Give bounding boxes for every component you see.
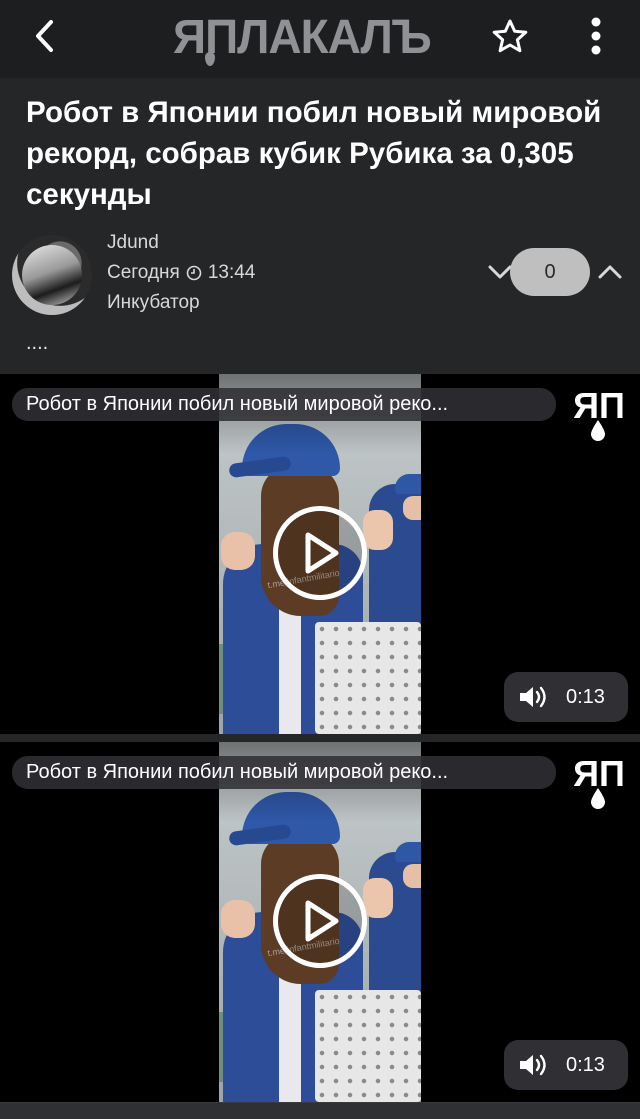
volume-icon	[520, 1054, 546, 1076]
star-outline-icon	[492, 19, 528, 53]
avatar-image	[22, 245, 82, 305]
video-title: Робот в Японии побил новый мировой реко.…	[12, 756, 556, 789]
play-icon	[305, 532, 339, 574]
author-avatar[interactable]	[12, 235, 92, 315]
volume-icon	[520, 686, 546, 708]
author-name[interactable]: Jdund	[107, 232, 159, 254]
video-duration: 0:13	[566, 1053, 605, 1076]
clock-icon	[186, 265, 202, 281]
sound-toggle[interactable]: 0:13	[504, 672, 628, 722]
play-button[interactable]	[273, 506, 367, 600]
post-author-row: Jdund Сегодня 13:44 Инкубатор 0	[12, 232, 630, 315]
video-title: Робот в Японии побил новый мировой реко.…	[12, 388, 556, 421]
yap-logo-icon: ЯП	[573, 753, 625, 809]
post-title: Робот в Японии побил новый мировой рекор…	[26, 96, 602, 211]
chevron-left-icon	[36, 20, 53, 52]
next-content-edge	[0, 1102, 640, 1119]
post-body-text: ....	[26, 332, 49, 354]
video-player[interactable]: t.me/infantmilitario Робот в Японии поби…	[0, 374, 640, 734]
sound-toggle[interactable]: 0:13	[504, 1040, 628, 1090]
site-logo[interactable]: ЯПЛАКАЛЪ	[173, 8, 432, 66]
vote-up-button[interactable]	[590, 254, 630, 290]
more-options-button[interactable]	[574, 12, 618, 60]
yap-logo-icon: ЯП	[573, 385, 625, 441]
post-meta: Сегодня 13:44	[107, 262, 255, 284]
video-logo-text: ЯП	[573, 385, 625, 426]
chevron-up-icon	[598, 265, 622, 279]
top-app-bar: ЯПЛАКАЛЪ	[0, 0, 640, 78]
play-button[interactable]	[273, 874, 367, 968]
video-player[interactable]: t.me/infantmilitario Робот в Японии поби…	[0, 742, 640, 1102]
video-duration: 0:13	[566, 685, 605, 708]
rating-badge: 0	[510, 248, 590, 296]
video-logo-text: ЯП	[573, 753, 625, 794]
favorite-button[interactable]	[486, 12, 534, 60]
post-time: 13:44	[207, 262, 256, 283]
community-link[interactable]: Инкубатор	[107, 292, 200, 314]
more-vertical-icon	[591, 17, 601, 55]
back-button[interactable]	[22, 14, 66, 58]
post-date: Сегодня	[107, 262, 180, 283]
play-icon	[305, 900, 339, 942]
